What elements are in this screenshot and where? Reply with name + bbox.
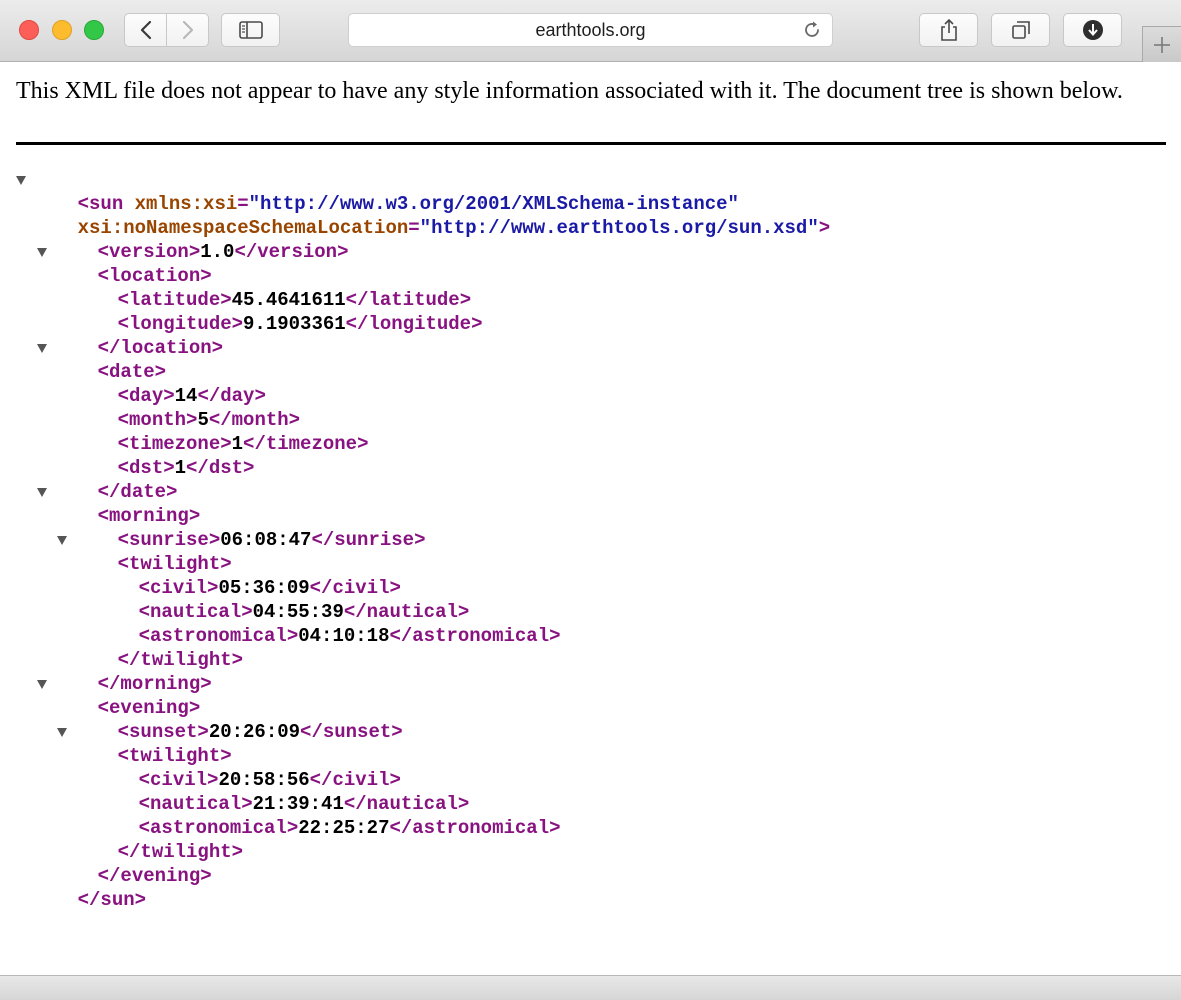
xml-line: </location> (16, 312, 830, 359)
share-icon (940, 18, 957, 41)
xml-line: <twilight> (16, 720, 830, 767)
xml-tag: </sun> (77, 889, 147, 911)
xml-line: <month>5</month> (16, 384, 830, 431)
download-icon (1082, 20, 1103, 40)
xml-line: </twilight> (16, 624, 830, 671)
browser-toolbar: earthtools.org (0, 0, 1181, 62)
xml-line: <timezone>1</timezone> (16, 408, 830, 455)
xml-line: <astronomical>22:25:27</astronomical> (16, 792, 830, 839)
close-window-button[interactable] (19, 20, 39, 40)
address-text: earthtools.org (535, 20, 646, 40)
xml-line: <civil>05:36:09</civil> (16, 552, 830, 599)
xml-line: <date> (16, 336, 830, 383)
navigation-buttons (124, 13, 209, 47)
xml-line: </morning> (16, 648, 830, 695)
chevron-right-icon (182, 20, 193, 40)
plus-icon (1154, 36, 1170, 53)
xml-line: <latitude>45.4641611</latitude> (16, 264, 830, 311)
collapse-triangle-icon[interactable] (57, 728, 67, 737)
collapse-triangle-icon[interactable] (57, 536, 67, 545)
xml-line: <day>14</day> (16, 360, 830, 407)
collapse-triangle-icon[interactable] (37, 680, 47, 689)
minimize-window-button[interactable] (52, 20, 72, 40)
reload-icon[interactable] (802, 20, 822, 40)
sidebar-button[interactable] (221, 13, 280, 47)
zoom-window-button[interactable] (84, 20, 104, 40)
xml-line: </sun> (16, 864, 830, 911)
xml-line: <version>1.0</version> (16, 216, 830, 263)
show-all-tabs-button[interactable] (991, 13, 1050, 47)
xml-line: <evening> (16, 672, 830, 719)
xml-style-notice: This XML file does not appear to have an… (16, 78, 1123, 104)
xml-line: <astronomical>04:10:18</astronomical> (16, 600, 830, 647)
xml-line: <nautical>21:39:41</nautical> (16, 768, 830, 815)
xml-line: <sunrise>06:08:47</sunrise> (16, 504, 830, 551)
sidebar-icon (238, 21, 263, 39)
xml-tree: <sun xmlns:xsi="http://www.w3.org/2001/X… (16, 168, 831, 911)
xml-line: </evening> (16, 840, 830, 887)
back-button[interactable] (124, 13, 167, 47)
collapse-triangle-icon[interactable] (37, 488, 47, 497)
divider (16, 142, 1166, 145)
xml-line: <dst>1</dst> (16, 432, 830, 479)
collapse-triangle-icon[interactable] (37, 248, 47, 257)
xml-line: <longitude>9.1903361</longitude> (16, 288, 830, 335)
chevron-left-icon (140, 20, 151, 40)
forward-button[interactable] (166, 13, 209, 47)
collapse-triangle-icon[interactable] (37, 344, 47, 353)
collapse-triangle-icon[interactable] (16, 176, 26, 185)
xml-line: xsi:noNamespaceSchemaLocation="http://ww… (16, 192, 831, 239)
address-bar[interactable]: earthtools.org (348, 13, 833, 47)
downloads-button[interactable] (1063, 13, 1122, 47)
xml-line: </date> (16, 456, 830, 503)
xml-line: </twilight> (16, 816, 830, 863)
share-button[interactable] (919, 13, 978, 47)
status-bar (0, 975, 1181, 1000)
xml-line: <sunset>20:26:09</sunset> (16, 696, 830, 743)
xml-line: <civil>20:58:56</civil> (16, 744, 830, 791)
tabs-overview-icon (1011, 21, 1030, 39)
xml-line: <nautical>04:55:39</nautical> (16, 576, 830, 623)
xml-line: <twilight> (16, 528, 830, 575)
new-tab-button[interactable] (1142, 26, 1181, 62)
xml-line: <morning> (16, 480, 830, 527)
xml-line: <sun xmlns:xsi="http://www.w3.org/2001/X… (16, 168, 830, 215)
xml-line: <location> (16, 240, 830, 287)
